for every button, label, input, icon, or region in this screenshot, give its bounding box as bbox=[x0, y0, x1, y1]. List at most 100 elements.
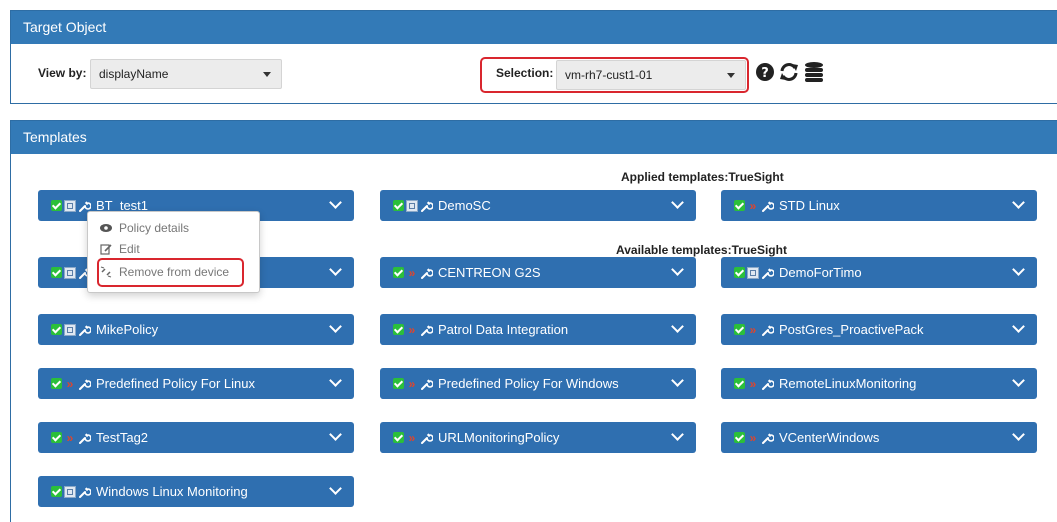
remove-highlight bbox=[97, 258, 244, 287]
wrench-icon bbox=[421, 200, 434, 212]
template-name: PostGres_ProactivePack bbox=[779, 322, 924, 337]
template-name: DemoSC bbox=[438, 198, 491, 213]
wrench-icon bbox=[762, 267, 775, 279]
check-icon bbox=[51, 432, 62, 443]
template-name: RemoteLinuxMonitoring bbox=[779, 376, 917, 391]
chevron-down-icon[interactable] bbox=[671, 196, 684, 209]
check-icon bbox=[734, 200, 745, 211]
template-tile[interactable]: » Patrol Data Integration bbox=[380, 314, 696, 345]
arrow-status-icon: » bbox=[408, 430, 416, 445]
chevron-down-icon[interactable] bbox=[329, 428, 342, 441]
template-name: CENTREON G2S bbox=[438, 265, 541, 280]
menu-item-policy-details[interactable]: Policy details bbox=[88, 218, 259, 238]
chevron-down-icon[interactable] bbox=[1012, 374, 1025, 387]
template-tile[interactable]: DemoForTimo bbox=[721, 257, 1037, 288]
arrow-status-icon: » bbox=[408, 265, 416, 280]
template-tile[interactable]: DemoSC bbox=[380, 190, 696, 221]
template-tile[interactable]: » VCenterWindows bbox=[721, 422, 1037, 453]
grid-status-icon bbox=[64, 323, 76, 336]
selection-value: vm-rh7-cust1-01 bbox=[565, 68, 653, 82]
check-icon bbox=[734, 267, 745, 278]
template-name: TestTag2 bbox=[96, 430, 149, 445]
wrench-icon bbox=[421, 432, 434, 444]
template-tile[interactable]: MikePolicy bbox=[38, 314, 354, 345]
template-name: URLMonitoringPolicy bbox=[438, 430, 560, 445]
check-icon bbox=[51, 486, 62, 497]
check-icon bbox=[51, 267, 62, 278]
menu-label-edit: Edit bbox=[119, 242, 140, 256]
chevron-down-icon[interactable] bbox=[1012, 428, 1025, 441]
selection-label: Selection: bbox=[496, 66, 554, 80]
wrench-icon bbox=[79, 324, 92, 336]
grid-status-icon bbox=[406, 199, 418, 212]
grid-status-icon bbox=[747, 266, 759, 279]
grid-status-icon bbox=[64, 485, 76, 498]
arrow-status-icon: » bbox=[749, 430, 757, 445]
refresh-icon[interactable] bbox=[778, 62, 800, 82]
check-icon bbox=[51, 200, 62, 211]
target-object-title: Target Object bbox=[11, 11, 1057, 44]
template-tile[interactable]: » TestTag2 bbox=[38, 422, 354, 453]
arrow-status-icon: » bbox=[749, 198, 757, 213]
grid-status-icon bbox=[64, 266, 76, 279]
eye-icon bbox=[99, 224, 113, 232]
arrow-status-icon: » bbox=[66, 430, 74, 445]
selection-select[interactable]: vm-rh7-cust1-01 bbox=[556, 60, 746, 90]
view-by-label: View by: bbox=[38, 66, 87, 80]
wrench-icon bbox=[79, 378, 92, 390]
chevron-down-icon[interactable] bbox=[671, 374, 684, 387]
chevron-down-icon[interactable] bbox=[671, 320, 684, 333]
template-tile[interactable]: » RemoteLinuxMonitoring bbox=[721, 368, 1037, 399]
template-tile[interactable]: » STD Linux bbox=[721, 190, 1037, 221]
chevron-down-icon bbox=[263, 72, 271, 77]
template-tile[interactable]: » CENTREON G2S bbox=[380, 257, 696, 288]
chevron-down-icon[interactable] bbox=[329, 320, 342, 333]
wrench-icon bbox=[79, 432, 92, 444]
templates-title: Templates bbox=[11, 121, 1057, 154]
available-templates-label: Available templates:TrueSight bbox=[616, 243, 787, 257]
check-icon bbox=[734, 378, 745, 389]
template-tile[interactable]: Windows Linux Monitoring bbox=[38, 476, 354, 507]
edit-icon bbox=[99, 243, 113, 255]
wrench-icon bbox=[421, 267, 434, 279]
wrench-icon bbox=[762, 378, 775, 390]
wrench-icon bbox=[421, 324, 434, 336]
chevron-down-icon[interactable] bbox=[329, 482, 342, 495]
menu-item-edit[interactable]: Edit bbox=[88, 239, 259, 259]
chevron-down-icon[interactable] bbox=[1012, 263, 1025, 276]
template-name: VCenterWindows bbox=[779, 430, 880, 445]
view-by-select[interactable]: displayName bbox=[90, 59, 282, 89]
chevron-down-icon[interactable] bbox=[329, 263, 342, 276]
chevron-down-icon[interactable] bbox=[329, 196, 342, 209]
wrench-icon bbox=[762, 324, 775, 336]
chevron-down-icon[interactable] bbox=[1012, 196, 1025, 209]
view-by-value: displayName bbox=[99, 67, 169, 81]
template-name: Predefined Policy For Linux bbox=[96, 376, 255, 391]
arrow-status-icon: » bbox=[408, 322, 416, 337]
template-tile[interactable]: » Predefined Policy For Windows bbox=[380, 368, 696, 399]
chevron-down-icon[interactable] bbox=[329, 374, 342, 387]
template-name: Windows Linux Monitoring bbox=[96, 484, 248, 499]
arrow-status-icon: » bbox=[749, 322, 757, 337]
check-icon bbox=[393, 378, 404, 389]
help-icon[interactable]: ? bbox=[755, 62, 775, 82]
wrench-icon bbox=[79, 200, 92, 212]
chevron-down-icon[interactable] bbox=[671, 263, 684, 276]
database-icon[interactable] bbox=[803, 62, 825, 82]
check-icon bbox=[734, 324, 745, 335]
check-icon bbox=[51, 378, 62, 389]
template-tile[interactable]: » PostGres_ProactivePack bbox=[721, 314, 1037, 345]
template-name: Patrol Data Integration bbox=[438, 322, 569, 337]
chevron-down-icon[interactable] bbox=[1012, 320, 1025, 333]
chevron-down-icon[interactable] bbox=[671, 428, 684, 441]
wrench-icon bbox=[421, 378, 434, 390]
arrow-status-icon: » bbox=[408, 376, 416, 391]
check-icon bbox=[51, 324, 62, 335]
arrow-status-icon: » bbox=[749, 376, 757, 391]
template-tile[interactable]: » Predefined Policy For Linux bbox=[38, 368, 354, 399]
wrench-icon bbox=[762, 200, 775, 212]
grid-status-icon bbox=[64, 199, 76, 212]
menu-label-policy-details: Policy details bbox=[119, 221, 190, 235]
template-name: MikePolicy bbox=[96, 322, 159, 337]
template-tile[interactable]: » URLMonitoringPolicy bbox=[380, 422, 696, 453]
